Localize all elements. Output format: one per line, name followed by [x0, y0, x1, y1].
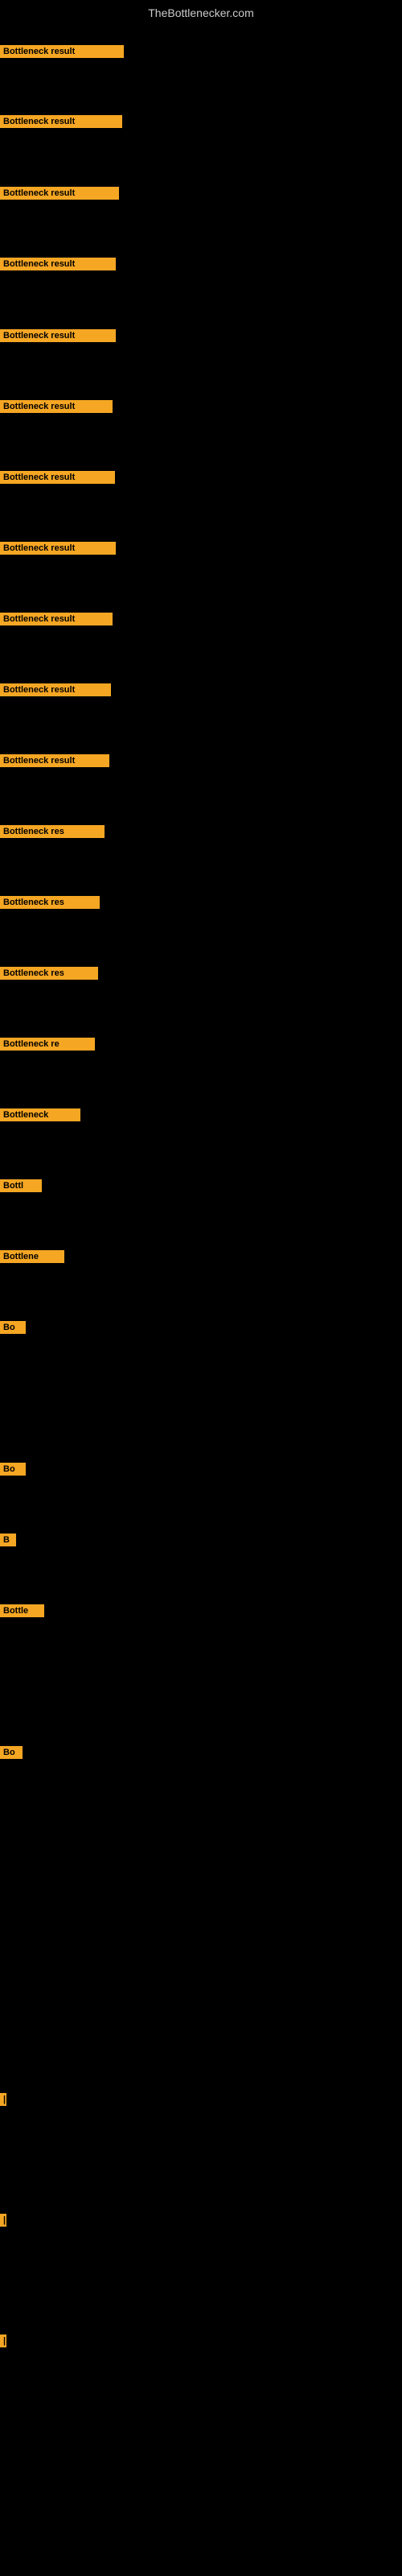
bar-line: [0, 2334, 6, 2336]
bottleneck-result-label: Bottlene: [0, 1250, 64, 1263]
bottleneck-result-label: Bottleneck result: [0, 115, 122, 128]
bottleneck-result-label: Bottleneck res: [0, 967, 98, 980]
bottleneck-result-label: Bottleneck res: [0, 825, 105, 838]
bottleneck-result-label: Bottleneck result: [0, 754, 109, 767]
bottleneck-result-label: Bottleneck result: [0, 471, 115, 484]
bottleneck-result-label: |: [0, 2214, 6, 2227]
bottleneck-result-label: Bottleneck result: [0, 613, 113, 625]
bottleneck-result-label: B: [0, 1534, 16, 1546]
bottleneck-result-label: Bo: [0, 1463, 26, 1476]
bottleneck-result-label: |: [0, 2093, 6, 2106]
bottleneck-result-label: Bottleneck result: [0, 400, 113, 413]
bar-line: [0, 2093, 6, 2095]
bottleneck-result-label: Bo: [0, 1321, 26, 1334]
bar-line: [0, 2214, 6, 2215]
bottleneck-result-label: Bottle: [0, 1604, 44, 1617]
bottleneck-result-label: Bottleneck result: [0, 187, 119, 200]
bottleneck-result-label: Bottleneck: [0, 1108, 80, 1121]
bottleneck-result-label: Bottleneck res: [0, 896, 100, 909]
bottleneck-result-label: Bottleneck result: [0, 45, 124, 58]
bottleneck-result-label: Bottleneck result: [0, 683, 111, 696]
bottleneck-result-label: |: [0, 2334, 6, 2347]
bottleneck-result-label: Bottleneck result: [0, 258, 116, 270]
bottleneck-result-label: Bottleneck result: [0, 542, 116, 555]
bottleneck-result-label: Bottleneck re: [0, 1038, 95, 1051]
bottleneck-result-label: Bottleneck result: [0, 329, 116, 342]
bottleneck-result-label: Bottl: [0, 1179, 42, 1192]
bottleneck-result-label: Bo: [0, 1746, 23, 1759]
